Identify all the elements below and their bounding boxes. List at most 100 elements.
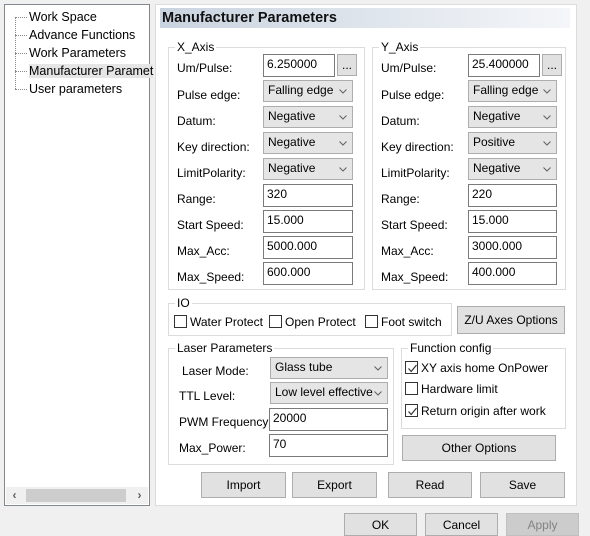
select-value: Falling edge bbox=[473, 83, 539, 97]
ok-button[interactable]: OK bbox=[344, 513, 417, 536]
y-axis-title: Y_Axis bbox=[381, 40, 419, 54]
chevron-down-icon bbox=[374, 366, 382, 371]
xy-home-onpower-checkbox[interactable]: XY axis home OnPower bbox=[405, 361, 548, 375]
x-key-direction-label: Key direction: bbox=[177, 140, 250, 154]
tree-item-work-parameters[interactable]: Work Parameters bbox=[15, 44, 126, 62]
checkbox-box[interactable] bbox=[365, 315, 378, 328]
x-range-input[interactable]: 320 bbox=[263, 184, 353, 207]
x-pulse-edge-select[interactable]: Falling edge bbox=[263, 80, 353, 102]
apply-button[interactable]: Apply bbox=[506, 513, 579, 536]
x-limit-polarity-select[interactable]: Negative bbox=[263, 158, 353, 180]
zu-axes-options-button[interactable]: Z/U Axes Options bbox=[457, 306, 565, 334]
y-start-speed-input[interactable]: 15.000 bbox=[468, 210, 557, 233]
select-value: Glass tube bbox=[275, 360, 333, 374]
y-datum-label: Datum: bbox=[381, 114, 420, 128]
y-pulse-edge-label: Pulse edge: bbox=[381, 88, 445, 102]
x-key-direction-select[interactable]: Negative bbox=[263, 132, 353, 154]
y-pulse-edge-select[interactable]: Falling edge bbox=[468, 80, 557, 102]
y-um-pulse-browse-button[interactable]: ... bbox=[542, 54, 562, 76]
select-value: Positive bbox=[473, 135, 516, 149]
scrollbar-thumb[interactable] bbox=[26, 489, 126, 502]
function-config-title: Function config bbox=[410, 341, 492, 355]
tree-item-label: Manufacturer Paramet bbox=[29, 64, 154, 78]
x-max-acc-input[interactable]: 5000.000 bbox=[263, 236, 353, 259]
y-max-acc-input[interactable]: 3000.000 bbox=[468, 236, 557, 259]
cancel-button[interactable]: Cancel bbox=[425, 513, 498, 536]
x-um-pulse-browse-button[interactable]: ... bbox=[337, 54, 357, 76]
x-datum-select[interactable]: Negative bbox=[263, 106, 353, 128]
chevron-down-icon bbox=[543, 141, 551, 146]
tree-item-manufacturer-parameters[interactable]: Manufacturer Paramet bbox=[15, 62, 154, 80]
x-datum-label: Datum: bbox=[177, 114, 216, 128]
tree-item-label: Work Space bbox=[29, 10, 97, 24]
y-max-acc-label: Max_Acc: bbox=[381, 244, 434, 258]
checkbox-box[interactable] bbox=[405, 404, 418, 417]
x-max-speed-label: Max_Speed: bbox=[177, 270, 245, 284]
tree-item-work-space[interactable]: Work Space bbox=[15, 8, 97, 26]
checkbox-box[interactable] bbox=[269, 315, 282, 328]
export-button[interactable]: Export bbox=[292, 472, 377, 498]
y-limit-polarity-label: LimitPolarity: bbox=[381, 166, 450, 180]
y-datum-select[interactable]: Negative bbox=[468, 106, 557, 128]
scroll-right-icon[interactable]: › bbox=[131, 487, 148, 504]
tree-item-label: User parameters bbox=[29, 82, 123, 96]
checkbox-label: XY axis home OnPower bbox=[421, 361, 549, 375]
save-button[interactable]: Save bbox=[480, 472, 565, 498]
tree-item-user-parameters[interactable]: User parameters bbox=[15, 80, 122, 98]
y-start-speed-label: Start Speed: bbox=[381, 218, 448, 232]
y-max-speed-input[interactable]: 400.000 bbox=[468, 262, 557, 285]
x-pulse-edge-label: Pulse edge: bbox=[177, 88, 241, 102]
foot-switch-checkbox[interactable]: Foot switch bbox=[365, 315, 442, 329]
select-value: Negative bbox=[268, 109, 316, 123]
checkbox-label: Open Protect bbox=[285, 315, 356, 329]
tree-item-advance-functions[interactable]: Advance Functions bbox=[15, 26, 135, 44]
checkbox-box[interactable] bbox=[405, 361, 418, 374]
laser-parameters-title: Laser Parameters bbox=[177, 341, 273, 355]
scroll-left-icon[interactable]: ‹ bbox=[6, 487, 23, 504]
y-key-direction-select[interactable]: Positive bbox=[468, 132, 557, 154]
select-value: Negative bbox=[473, 161, 521, 175]
x-max-speed-input[interactable]: 600.000 bbox=[263, 262, 353, 285]
chevron-down-icon bbox=[339, 167, 347, 172]
checkbox-box[interactable] bbox=[174, 315, 187, 328]
y-range-input[interactable]: 220 bbox=[468, 184, 557, 207]
x-um-pulse-label: Um/Pulse: bbox=[177, 61, 233, 75]
open-protect-checkbox[interactable]: Open Protect bbox=[269, 315, 356, 329]
select-value: Negative bbox=[268, 161, 316, 175]
max-power-label: Max_Power: bbox=[179, 441, 246, 455]
pwm-frequency-label: PWM Frequency: bbox=[179, 415, 272, 429]
chevron-down-icon bbox=[339, 141, 347, 146]
select-value: Negative bbox=[473, 109, 521, 123]
laser-mode-label: Laser Mode: bbox=[182, 364, 249, 378]
ttl-level-select[interactable]: Low level effective bbox=[270, 382, 388, 404]
chevron-down-icon bbox=[339, 115, 347, 120]
y-max-speed-label: Max_Speed: bbox=[381, 270, 449, 284]
y-um-pulse-label: Um/Pulse: bbox=[381, 61, 437, 75]
chevron-down-icon bbox=[339, 89, 347, 94]
return-origin-checkbox[interactable]: Return origin after work bbox=[405, 404, 546, 418]
hardware-limit-checkbox[interactable]: Hardware limit bbox=[405, 382, 498, 396]
x-start-speed-input[interactable]: 15.000 bbox=[263, 210, 353, 233]
y-key-direction-label: Key direction: bbox=[381, 140, 454, 154]
checkbox-box[interactable] bbox=[405, 382, 418, 395]
checkbox-label: Water Protect bbox=[190, 315, 263, 329]
chevron-down-icon bbox=[543, 89, 551, 94]
import-button[interactable]: Import bbox=[201, 472, 286, 498]
water-protect-checkbox[interactable]: Water Protect bbox=[174, 315, 263, 329]
y-limit-polarity-select[interactable]: Negative bbox=[468, 158, 557, 180]
read-button[interactable]: Read bbox=[388, 472, 472, 498]
x-range-label: Range: bbox=[177, 192, 216, 206]
select-value: Low level effective bbox=[275, 385, 373, 399]
chevron-down-icon bbox=[543, 167, 551, 172]
chevron-down-icon bbox=[543, 115, 551, 120]
page-title: Manufacturer Parameters bbox=[160, 8, 570, 28]
pwm-frequency-input[interactable]: 20000 bbox=[269, 408, 388, 431]
max-power-input[interactable]: 70 bbox=[269, 434, 388, 457]
y-um-pulse-input[interactable]: 25.400000 bbox=[468, 54, 540, 77]
laser-mode-select[interactable]: Glass tube bbox=[270, 357, 388, 379]
other-options-button[interactable]: Other Options bbox=[402, 435, 556, 461]
horizontal-scrollbar[interactable]: ‹ › bbox=[6, 487, 148, 504]
checkbox-label: Foot switch bbox=[381, 315, 442, 329]
x-um-pulse-input[interactable]: 6.250000 bbox=[263, 54, 335, 77]
settings-tree[interactable]: Work Space Advance Functions Work Parame… bbox=[4, 4, 154, 506]
